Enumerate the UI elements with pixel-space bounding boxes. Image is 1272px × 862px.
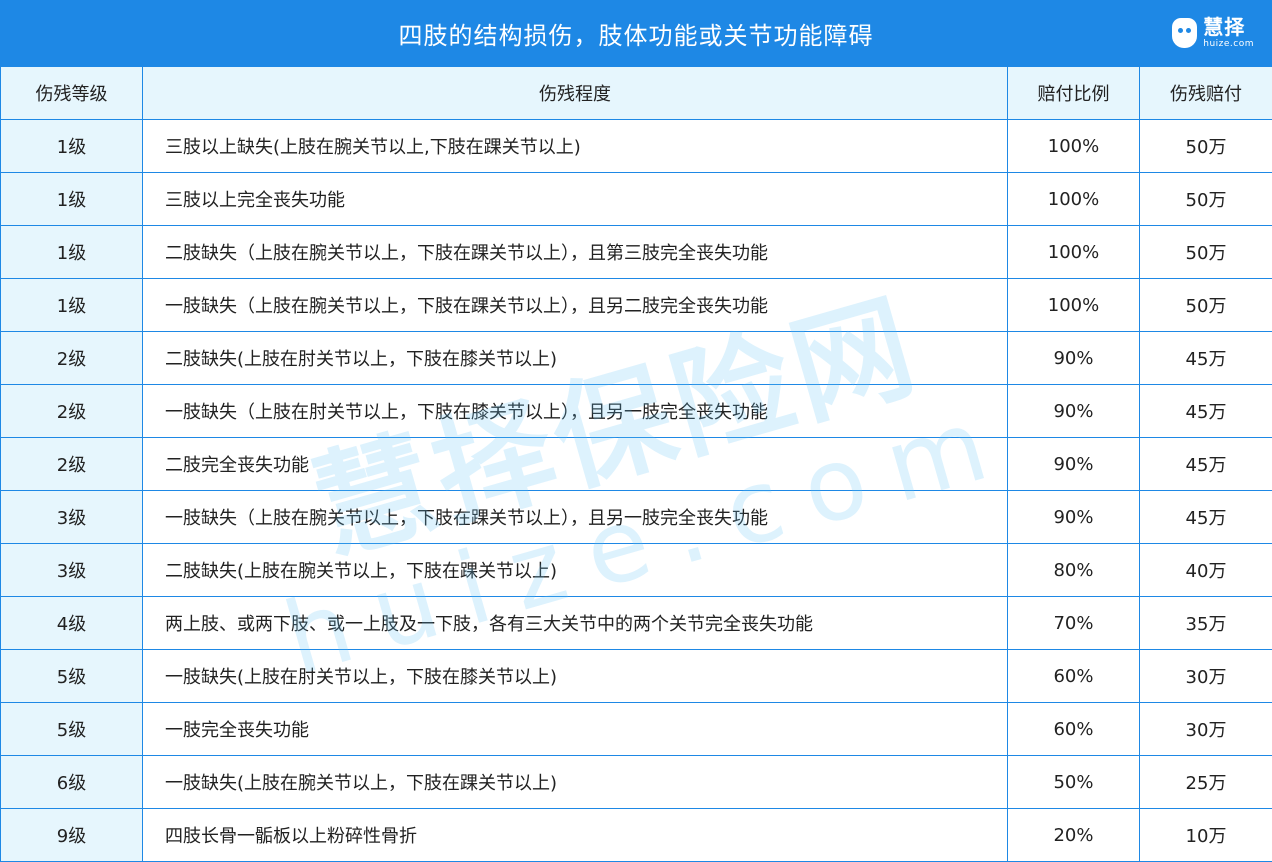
- cell-ratio: 60%: [1007, 702, 1140, 756]
- cell-degree: 三肢以上完全丧失功能: [142, 172, 1008, 226]
- cell-grade: 5级: [0, 702, 143, 756]
- cell-payout: 30万: [1139, 702, 1272, 756]
- cell-grade: 2级: [0, 384, 143, 438]
- cell-grade: 2级: [0, 331, 143, 385]
- cell-payout: 45万: [1139, 384, 1272, 438]
- cell-payout: 10万: [1139, 808, 1272, 862]
- header-grade: 伤残等级: [0, 66, 143, 120]
- table-row: 6级 一肢缺失(上肢在腕关节以上，下肢在踝关节以上) 50% 25万: [0, 755, 1272, 809]
- cell-grade: 6级: [0, 755, 143, 809]
- huize-logo: 慧择 huize.com: [1172, 10, 1254, 56]
- cell-grade: 2级: [0, 437, 143, 491]
- table-header-row: 伤残等级 伤残程度 赔付比例 伤残赔付: [0, 66, 1272, 120]
- cell-payout: 50万: [1139, 172, 1272, 226]
- cell-payout: 35万: [1139, 596, 1272, 650]
- cell-payout: 50万: [1139, 225, 1272, 279]
- table-row: 5级 一肢完全丧失功能 60% 30万: [0, 702, 1272, 756]
- cell-degree: 二肢缺失(上肢在肘关节以上，下肢在膝关节以上): [142, 331, 1008, 385]
- title-bar: 四肢的结构损伤，肢体功能或关节功能障碍 慧择 huize.com: [0, 0, 1272, 66]
- table-row: 4级 两上肢、或两下肢、或一上肢及一下肢，各有三大关节中的两个关节完全丧失功能 70…: [0, 596, 1272, 650]
- cell-degree: 一肢缺失（上肢在腕关节以上，下肢在踝关节以上），且另二肢完全丧失功能: [142, 278, 1008, 332]
- cell-ratio: 20%: [1007, 808, 1140, 862]
- cell-payout: 25万: [1139, 755, 1272, 809]
- cell-ratio: 70%: [1007, 596, 1140, 650]
- cell-payout: 40万: [1139, 543, 1272, 597]
- table-row: 1级 三肢以上完全丧失功能 100% 50万: [0, 172, 1272, 226]
- cell-ratio: 100%: [1007, 119, 1140, 173]
- table-row: 2级 一肢缺失（上肢在肘关节以上，下肢在膝关节以上），且另一肢完全丧失功能 90% 4…: [0, 384, 1272, 438]
- table-row: 3级 二肢缺失(上肢在腕关节以上，下肢在踝关节以上) 80% 40万: [0, 543, 1272, 597]
- cell-grade: 1级: [0, 119, 143, 173]
- cell-degree: 一肢缺失(上肢在肘关节以上，下肢在膝关节以上): [142, 649, 1008, 703]
- cell-payout: 50万: [1139, 119, 1272, 173]
- cell-grade: 3级: [0, 490, 143, 544]
- table-row: 2级 二肢缺失(上肢在肘关节以上，下肢在膝关节以上) 90% 45万: [0, 331, 1272, 385]
- cell-payout: 45万: [1139, 490, 1272, 544]
- mascot-icon: [1172, 18, 1198, 48]
- cell-grade: 9级: [0, 808, 143, 862]
- cell-ratio: 90%: [1007, 331, 1140, 385]
- table-row: 2级 二肢完全丧失功能 90% 45万: [0, 437, 1272, 491]
- cell-ratio: 90%: [1007, 384, 1140, 438]
- cell-degree: 一肢完全丧失功能: [142, 702, 1008, 756]
- cell-degree: 四肢长骨一骺板以上粉碎性骨折: [142, 808, 1008, 862]
- cell-grade: 4级: [0, 596, 143, 650]
- header-degree: 伤残程度: [142, 66, 1008, 120]
- table-row: 1级 三肢以上缺失(上肢在腕关节以上,下肢在踝关节以上) 100% 50万: [0, 119, 1272, 173]
- cell-grade: 1级: [0, 278, 143, 332]
- cell-ratio: 100%: [1007, 225, 1140, 279]
- cell-ratio: 90%: [1007, 437, 1140, 491]
- cell-degree: 两上肢、或两下肢、或一上肢及一下肢，各有三大关节中的两个关节完全丧失功能: [142, 596, 1008, 650]
- cell-payout: 45万: [1139, 331, 1272, 385]
- cell-degree: 一肢缺失(上肢在腕关节以上，下肢在踝关节以上): [142, 755, 1008, 809]
- table-row: 9级 四肢长骨一骺板以上粉碎性骨折 20% 10万: [0, 808, 1272, 862]
- cell-payout: 50万: [1139, 278, 1272, 332]
- cell-degree: 三肢以上缺失(上肢在腕关节以上,下肢在踝关节以上): [142, 119, 1008, 173]
- cell-degree: 二肢缺失(上肢在腕关节以上，下肢在踝关节以上): [142, 543, 1008, 597]
- cell-payout: 30万: [1139, 649, 1272, 703]
- cell-ratio: 90%: [1007, 490, 1140, 544]
- cell-ratio: 60%: [1007, 649, 1140, 703]
- cell-degree: 一肢缺失（上肢在肘关节以上，下肢在膝关节以上），且另一肢完全丧失功能: [142, 384, 1008, 438]
- cell-ratio: 100%: [1007, 172, 1140, 226]
- table-row: 1级 二肢缺失（上肢在腕关节以上，下肢在踝关节以上），且第三肢完全丧失功能 100%…: [0, 225, 1272, 279]
- table-row: 3级 一肢缺失（上肢在腕关节以上，下肢在踝关节以上），且另一肢完全丧失功能 90% 4…: [0, 490, 1272, 544]
- header-ratio: 赔付比例: [1007, 66, 1140, 120]
- table-row: 1级 一肢缺失（上肢在腕关节以上，下肢在踝关节以上），且另二肢完全丧失功能 100%…: [0, 278, 1272, 332]
- page-title: 四肢的结构损伤，肢体功能或关节功能障碍: [398, 21, 874, 50]
- cell-ratio: 50%: [1007, 755, 1140, 809]
- logo-main-text: 慧择: [1203, 15, 1246, 39]
- cell-ratio: 80%: [1007, 543, 1140, 597]
- cell-grade: 3级: [0, 543, 143, 597]
- cell-ratio: 100%: [1007, 278, 1140, 332]
- logo-sub-text: huize.com: [1203, 39, 1254, 49]
- header-payout: 伤残赔付: [1139, 66, 1272, 120]
- cell-grade: 1级: [0, 225, 143, 279]
- cell-degree: 二肢完全丧失功能: [142, 437, 1008, 491]
- logo-text: 慧择 huize.com: [1203, 17, 1254, 49]
- table-row: 5级 一肢缺失(上肢在肘关节以上，下肢在膝关节以上) 60% 30万: [0, 649, 1272, 703]
- cell-grade: 1级: [0, 172, 143, 226]
- disability-table: 伤残等级 伤残程度 赔付比例 伤残赔付 1级 三肢以上缺失(上肢在腕关节以上,下肢…: [0, 66, 1272, 862]
- cell-payout: 45万: [1139, 437, 1272, 491]
- cell-grade: 5级: [0, 649, 143, 703]
- cell-degree: 二肢缺失（上肢在腕关节以上，下肢在踝关节以上），且第三肢完全丧失功能: [142, 225, 1008, 279]
- cell-degree: 一肢缺失（上肢在腕关节以上，下肢在踝关节以上），且另一肢完全丧失功能: [142, 490, 1008, 544]
